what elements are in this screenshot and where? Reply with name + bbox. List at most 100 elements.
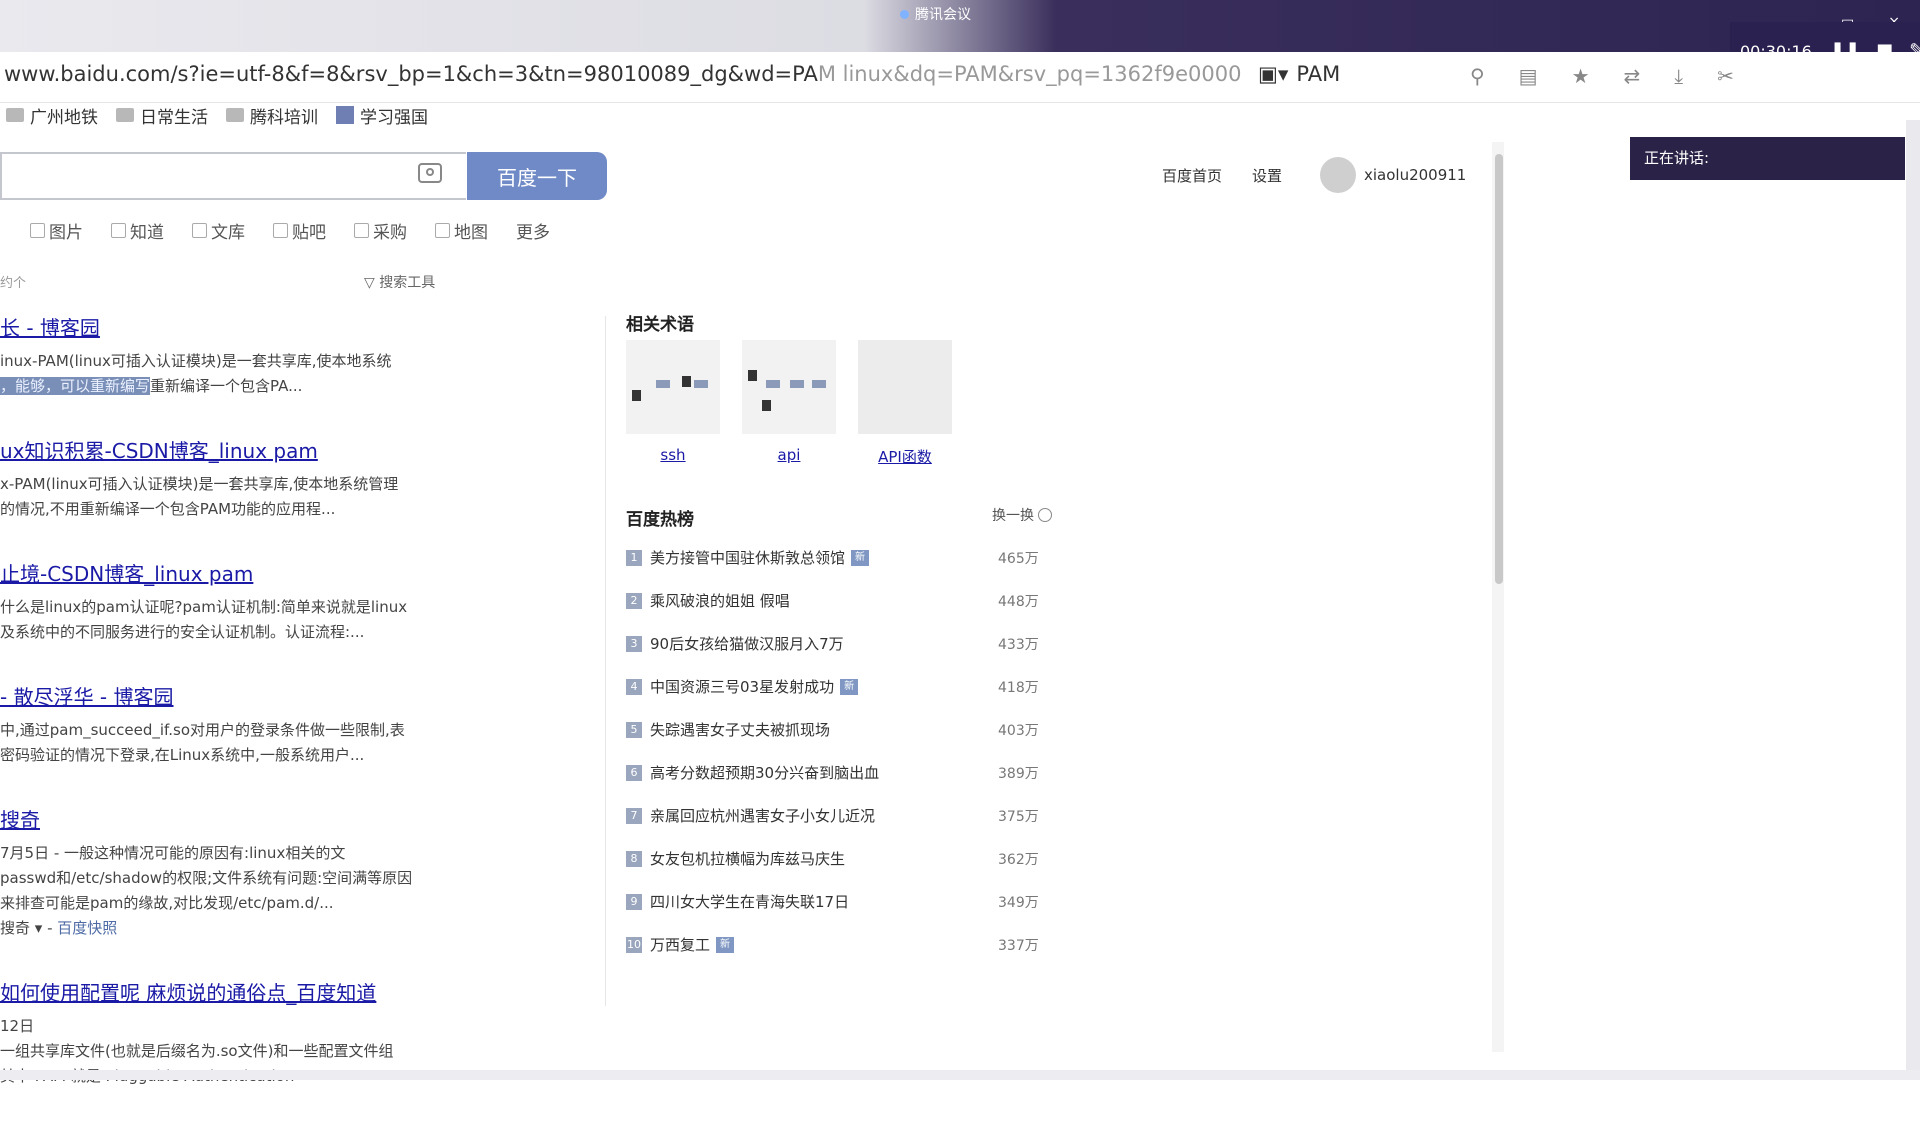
hot-list-item[interactable]: 6 高考分数超预期30分兴奋到脑出血 389万: [626, 751, 1046, 794]
top-links: 百度首页 设置: [1162, 165, 1282, 186]
heat-value: 362万: [998, 851, 1039, 868]
search-input[interactable]: [0, 152, 466, 200]
folder-icon: [6, 108, 24, 122]
related-terms-title: 相关术语: [626, 315, 694, 335]
hot-list-item[interactable]: 7 亲属回应杭州遇害女子小女儿近况 375万: [626, 794, 1046, 837]
result-source: 搜奇 ▾ - 百度快照: [0, 919, 118, 937]
new-badge: 新: [840, 678, 859, 695]
search-button[interactable]: 百度一下: [467, 152, 607, 200]
result-snippet-line: 的情况,不用重新编译一个包含PAM功能的应用程...: [0, 500, 336, 518]
result-title[interactable]: ux知识积累-CSDN博客_linux pam: [0, 435, 470, 464]
download-icon[interactable]: ⤓: [1674, 64, 1683, 88]
search-tools-button[interactable]: ▽ 搜索工具: [364, 272, 435, 292]
hot-list-item[interactable]: 4 中国资源三号03星发射成功新 418万: [626, 665, 1046, 708]
result-count: 约个: [0, 276, 27, 291]
refresh-button[interactable]: 换一换: [992, 505, 1052, 525]
result-snippet-line: 及系统中的不同服务进行的安全认证机制。认证流程:...: [0, 623, 365, 641]
heat-value: 465万: [998, 550, 1039, 567]
result-snippet-line: passwd和/etc/shadow的权限;文件系统有问题:空间满等原因: [0, 869, 413, 887]
result-title[interactable]: 止境-CSDN博客_linux pam: [0, 558, 470, 587]
results-list: 长 - 博客园 inux-PAM(linux可插入认证模块)是一套共享库,使本地…: [0, 312, 470, 1125]
hot-item-text: 美方接管中国驻休斯敦总领馆: [650, 549, 846, 567]
rank-badge: 5: [626, 721, 642, 738]
hot-list-title: 百度热榜: [626, 510, 694, 530]
hot-item-text: 中国资源三号03星发射成功: [650, 678, 835, 696]
address-bar: www.baidu.com/s?ie=utf-8&f=8&rsv_bp=1&ch…: [0, 52, 1920, 103]
result-snippet-line: 12日: [0, 1017, 35, 1035]
hot-item-text: 乘风破浪的姐姐 假唱: [650, 592, 790, 610]
result-title[interactable]: 如何使用配置呢 麻烦说的通俗点_百度知道: [0, 977, 470, 1006]
result-title[interactable]: - 散尽浮华 - 博客园: [0, 681, 470, 710]
bookmark-daily-life[interactable]: 日常生活: [116, 103, 208, 128]
result-snippet-line: 来排查可能是pam的缘故,对比发现/etc/pam.d/...: [0, 894, 334, 912]
scrollbar-thumb[interactable]: [1495, 154, 1503, 584]
hot-list-item[interactable]: 1 美方接管中国驻休斯敦总领馆新 465万: [626, 536, 1046, 579]
result-title[interactable]: 长 - 博客园: [0, 312, 470, 341]
search-icon[interactable]: ⚲: [1470, 64, 1485, 88]
window-bottom-edge: [0, 1070, 1920, 1080]
url-field[interactable]: www.baidu.com/s?ie=utf-8&f=8&rsv_bp=1&ch…: [4, 62, 1241, 86]
tab-images[interactable]: 图片: [30, 218, 83, 243]
username: xiaolu200911: [1364, 166, 1467, 184]
hot-list-item[interactable]: 3 90后女孩给猫做汉服月入7万 433万: [626, 622, 1046, 665]
heat-value: 337万: [998, 937, 1039, 954]
hot-item-text: 女友包机拉横幅为库兹马庆生: [650, 850, 846, 868]
bookmarks-bar: 广州地铁 日常生活 腾科培训 学习强国: [0, 102, 428, 128]
hot-list-item[interactable]: 5 失踪遇害女子丈夫被抓现场 403万: [626, 708, 1046, 751]
result-snippet-line: x-PAM(linux可插入认证模块)是一套共享库,使本地系统管理: [0, 475, 399, 493]
rank-badge: 6: [626, 764, 642, 781]
bookmark-guangzhou-metro[interactable]: 广州地铁: [6, 103, 98, 128]
tab-more[interactable]: 更多: [516, 218, 550, 243]
meeting-title: 腾讯会议: [900, 4, 971, 24]
wenku-icon: [192, 223, 207, 238]
hot-list-item[interactable]: 8 女友包机拉横幅为库兹马庆生 362万: [626, 837, 1046, 880]
baidu-home-link[interactable]: 百度首页: [1162, 165, 1222, 186]
address-search-text[interactable]: PAM: [1296, 62, 1340, 86]
hot-list-item[interactable]: 9 四川女大学生在青海失联17日 349万: [626, 880, 1046, 923]
folder-icon: [116, 108, 134, 122]
rank-badge: 10: [626, 936, 642, 953]
heat-value: 375万: [998, 808, 1039, 825]
selected-text: ，能够，可以重新编写: [0, 377, 151, 395]
related-term-api[interactable]: api: [742, 340, 836, 467]
tab-zhidao[interactable]: 知道: [111, 218, 164, 243]
favorite-icon[interactable]: ★: [1572, 64, 1590, 88]
new-badge: 新: [851, 549, 870, 566]
cache-link[interactable]: 百度快照: [57, 919, 117, 937]
search-engine-icon[interactable]: ▣▾: [1258, 62, 1288, 86]
translate-icon[interactable]: ⇄: [1624, 64, 1641, 88]
tab-tieba[interactable]: 贴吧: [273, 218, 326, 243]
result-item: 止境-CSDN博客_linux pam 什么是linux的pam认证呢?pam认…: [0, 558, 470, 645]
url-main: www.baidu.com/s?ie=utf-8&f=8&rsv_bp=1&ch…: [4, 62, 818, 86]
hot-list-item[interactable]: 10 万西复工新 337万: [626, 923, 1046, 966]
user-menu[interactable]: xiaolu200911: [1320, 157, 1466, 193]
tab-caigou[interactable]: 采购: [354, 218, 407, 243]
camera-icon[interactable]: [418, 163, 442, 183]
bookmark-tengke-training[interactable]: 腾科培训: [226, 103, 318, 128]
related-term-api-function[interactable]: API函数: [858, 340, 952, 467]
related-term-ssh[interactable]: ssh: [626, 340, 720, 467]
result-title[interactable]: 搜奇: [0, 804, 470, 833]
image-icon: [30, 223, 45, 238]
heat-value: 403万: [998, 722, 1039, 739]
result-snippet-line: inux-PAM(linux可插入认证模块)是一套共享库,使本地系统: [0, 352, 392, 370]
bookmark-xuexi-qiangguo[interactable]: 学习强国: [336, 103, 428, 128]
extension-icon[interactable]: ▤: [1519, 64, 1538, 88]
heat-value: 389万: [998, 765, 1039, 782]
result-snippet-line: 中,通过pam_succeed_if.so对用户的登录条件做一些限制,表: [0, 721, 405, 739]
result-item: - 散尽浮华 - 博客园 中,通过pam_succeed_if.so对用户的登录…: [0, 681, 470, 768]
scissors-icon[interactable]: ✂: [1717, 64, 1734, 88]
tab-wenku[interactable]: 文库: [192, 218, 245, 243]
heat-value: 349万: [998, 894, 1039, 911]
signal-icon: [900, 9, 909, 19]
heat-value: 433万: [998, 636, 1039, 653]
rank-badge: 4: [626, 678, 642, 695]
meeting-title-text: 腾讯会议: [915, 7, 971, 23]
tab-map[interactable]: 地图: [435, 218, 488, 243]
result-snippet-line: ，能够，可以重新编写重新编译一个包含PA...: [0, 377, 303, 395]
hot-list-item[interactable]: 2 乘风破浪的姐姐 假唱 448万: [626, 579, 1046, 622]
settings-link[interactable]: 设置: [1252, 165, 1282, 186]
hot-list: 1 美方接管中国驻休斯敦总领馆新 465万 2 乘风破浪的姐姐 假唱 448万 3 90后女孩…: [626, 536, 1046, 966]
tieba-icon: [273, 223, 288, 238]
zhidao-icon: [111, 223, 126, 238]
